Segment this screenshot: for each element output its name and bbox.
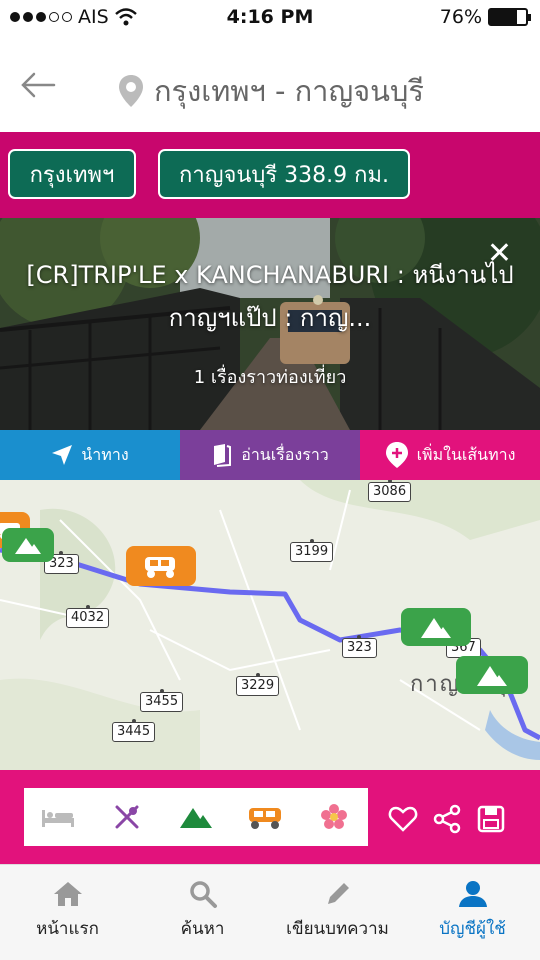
navigation-arrow-icon — [52, 445, 73, 465]
mountain-icon — [15, 538, 41, 554]
search-icon — [186, 879, 220, 909]
tuktuk-marker[interactable] — [126, 546, 196, 586]
tab-write[interactable]: เขียนบทความ — [270, 865, 405, 960]
location-pin-icon — [119, 75, 143, 107]
tab-home-label: หน้าแรก — [36, 919, 99, 939]
highway-badge: 3455 — [140, 689, 184, 712]
tuktuk-icon[interactable] — [245, 799, 285, 835]
tab-bar: หน้าแรก ค้นหา เขียนบทความ บัญชีผู้ใช้ — [0, 864, 540, 960]
highway-badge: 3199 — [290, 539, 334, 562]
tab-account-label: บัญชีผู้ใช้ — [439, 919, 506, 939]
read-story-label: อ่านเรื่องราว — [241, 444, 329, 464]
route-to-button[interactable]: กาญจนบุรี 338.9 กม. — [158, 149, 410, 199]
back-arrow-icon[interactable] — [18, 70, 58, 100]
book-icon — [214, 444, 232, 467]
mountain-icon[interactable] — [176, 799, 216, 835]
tab-home[interactable]: หน้าแรก — [0, 865, 135, 960]
tab-search-label: ค้นหา — [180, 919, 225, 939]
battery-icon — [488, 8, 531, 26]
battery-percent: 76% — [439, 6, 482, 28]
utensils-icon[interactable] — [107, 799, 147, 835]
save-icon[interactable] — [476, 804, 506, 834]
story-title-continued: กาญฯแป๊ป : กาญ... — [168, 304, 372, 332]
mountain-icon — [477, 666, 507, 686]
read-story-button[interactable]: อ่านเรื่องราว — [180, 430, 360, 480]
action-bar: นำทาง อ่านเรื่องราว เพิ่มในเส้นทาง — [0, 430, 540, 480]
share-icon[interactable] — [432, 804, 462, 834]
header: กรุงเทพฯ - กาญจนบุรี — [0, 36, 540, 132]
screen: AIS 4:16 PM 76% กรุงเทพฯ - กาญจนบุรี กรุ… — [0, 0, 540, 960]
story-count: 1 เรื่องราวท่องเที่ยว — [193, 367, 347, 388]
pencil-icon — [321, 879, 355, 909]
page-title-text: กรุงเทพฯ - กาญจนบุรี — [154, 74, 424, 108]
add-pin-icon — [385, 442, 408, 468]
close-icon[interactable]: ✕ — [487, 236, 512, 271]
page-title: กรุงเทพฯ - กาญจนบุรี — [118, 68, 424, 114]
navigate-label: นำทาง — [81, 444, 129, 464]
tab-write-label: เขียนบทความ — [286, 919, 389, 939]
highway-badge: 4032 — [66, 605, 110, 628]
home-icon — [51, 879, 85, 909]
attraction-marker[interactable] — [401, 608, 471, 646]
tab-account[interactable]: บัญชีผู้ใช้ — [405, 865, 540, 960]
highway-badge: 3229 — [236, 673, 280, 696]
user-icon — [456, 879, 490, 909]
battery: 76% — [439, 6, 531, 28]
highway-badge: 3445 — [112, 719, 156, 742]
category-filter — [24, 788, 368, 846]
route-bar: กรุงเทพฯ กาญจนบุรี 338.9 กม. — [0, 132, 540, 218]
highway-badge: 3086 — [368, 480, 412, 502]
bed-icon[interactable] — [38, 799, 78, 835]
navigate-button[interactable]: นำทาง — [0, 430, 180, 480]
tuktuk-icon — [145, 557, 175, 578]
mountain-icon — [421, 618, 451, 638]
add-to-route-button[interactable]: เพิ่มในเส้นทาง — [360, 430, 540, 480]
story-hero-card[interactable]: [CR]TRIP'LE x KANCHANABURI : หนีงานไป กา… — [0, 218, 540, 430]
heart-icon[interactable] — [388, 804, 418, 834]
flower-icon[interactable] — [314, 799, 354, 835]
highway-badge: 323 — [342, 635, 377, 658]
add-to-route-label: เพิ่มในเส้นทาง — [416, 444, 516, 464]
route-map[interactable]: 3086 323 3199 4032 323 367 3455 3229 344… — [0, 480, 540, 770]
attraction-marker[interactable] — [456, 656, 528, 694]
attraction-marker[interactable] — [2, 528, 54, 562]
category-bar — [0, 770, 540, 864]
status-bar: AIS 4:16 PM 76% — [0, 0, 540, 36]
tab-search[interactable]: ค้นหา — [135, 865, 270, 960]
story-title: [CR]TRIP'LE x KANCHANABURI : หนีงานไป — [26, 261, 514, 289]
route-from-button[interactable]: กรุงเทพฯ — [8, 149, 136, 199]
